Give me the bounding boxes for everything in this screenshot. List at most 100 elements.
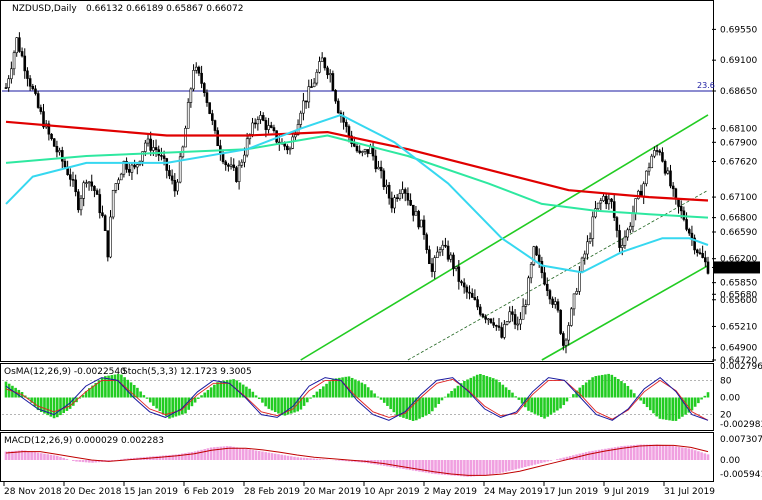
macd-hist-bar <box>588 451 591 460</box>
macd-hist-bar <box>280 454 283 460</box>
candle-body <box>580 257 584 272</box>
macd-hist-bar <box>706 454 710 460</box>
candle-body <box>615 217 619 231</box>
candle-body <box>379 166 383 172</box>
macd-hist-bar <box>158 455 162 460</box>
candle-body <box>312 82 316 88</box>
osma-bar <box>257 397 261 400</box>
osma-bar <box>495 379 498 398</box>
osma-bar <box>498 382 501 398</box>
osma-bar <box>306 397 309 403</box>
macd-hist-bar <box>84 460 88 463</box>
candle-body <box>152 147 155 151</box>
osma-bar <box>431 397 434 412</box>
candle-body <box>55 146 59 153</box>
candle-body <box>146 138 150 144</box>
macd-hist-bar <box>59 456 62 460</box>
osma-bar <box>632 393 636 398</box>
osma-bar <box>661 397 665 420</box>
macd-hist-bar <box>697 451 700 460</box>
osma-bar <box>264 397 267 407</box>
osma-bar <box>379 397 383 400</box>
macd-hist-bar <box>299 457 303 460</box>
time-axis: 28 Nov 2018 20 Dec 2018 15 Jan 2019 6 Feb 2… <box>3 482 715 497</box>
macd-hist-bar <box>556 459 559 460</box>
candle-body <box>428 249 431 265</box>
candle-body <box>690 232 694 239</box>
macd-hist-bar <box>405 460 408 470</box>
osma-bar <box>556 397 559 411</box>
candle-body <box>398 193 402 199</box>
candle-body <box>211 113 214 121</box>
candle-body <box>85 182 88 184</box>
osma-bar <box>357 381 360 398</box>
candle-body <box>685 219 688 230</box>
macd-hist-bar <box>36 452 40 460</box>
osma-bar <box>456 385 460 398</box>
macd-hist-bar <box>658 444 662 460</box>
osma-bar <box>482 375 485 398</box>
osma-bar <box>315 391 319 398</box>
osma-bar <box>309 397 312 399</box>
candle-body <box>441 244 445 250</box>
candle-body <box>401 189 404 194</box>
fib-label: 23.6 <box>697 81 715 90</box>
candle-body <box>245 138 249 156</box>
osma-bar <box>331 378 335 398</box>
osma-bar <box>382 397 386 403</box>
osma-bar <box>581 385 585 398</box>
candle-body <box>535 246 538 256</box>
candle-body <box>135 164 139 168</box>
candle-body <box>98 194 102 214</box>
macd-hist-bar <box>507 460 511 471</box>
macd-hist-bar <box>652 444 655 460</box>
osma-bar <box>690 397 694 411</box>
osma-bar <box>437 397 441 404</box>
macd-hist-bar <box>283 455 287 460</box>
osma-bar <box>206 389 210 398</box>
macd-hist-bar <box>479 460 482 476</box>
chart-root: 0.0027969800.0020-0.0029839 0.0073070.00… <box>0 0 762 500</box>
osma-bar <box>607 373 610 398</box>
candle-body <box>243 154 246 163</box>
candle-body <box>366 149 370 154</box>
candle-body <box>645 170 648 185</box>
candle-body <box>275 130 278 143</box>
macd-hist-bar <box>341 460 344 461</box>
candle-body <box>326 67 329 76</box>
candle-body <box>237 164 241 182</box>
time-label: 20 Dec 2018 <box>64 487 122 497</box>
macd-hist-bar <box>533 460 537 465</box>
macd-hist-bar <box>209 447 213 460</box>
osma-bar <box>671 397 675 421</box>
macd-hist-bar <box>693 450 697 460</box>
candle-body <box>363 149 367 152</box>
candle-body <box>425 234 428 250</box>
macd-hist-bar <box>540 460 543 464</box>
osma-bar <box>174 397 178 417</box>
candle-body <box>269 125 273 128</box>
price-label: 0.67900 <box>720 138 757 148</box>
candle-body <box>553 301 557 305</box>
candle-body <box>618 230 621 248</box>
macd-hist-bar <box>254 450 258 460</box>
candle-body <box>473 297 477 300</box>
candle-body <box>353 143 356 147</box>
macd-hist-bar <box>559 458 562 460</box>
osma-bar <box>466 379 469 398</box>
osma-bar <box>347 376 351 398</box>
macd-hist-bar <box>190 451 194 460</box>
candle-body <box>513 314 517 325</box>
candle-body <box>18 37 21 52</box>
osma-bar <box>334 378 338 398</box>
macd-hist-bar <box>395 460 399 468</box>
osma-bar <box>447 393 450 398</box>
osma-axis-label: 80 <box>720 376 732 386</box>
candle-body <box>604 195 608 205</box>
macd-hist-bar <box>636 444 639 460</box>
macd-hist-bar <box>49 454 53 460</box>
candle-body <box>74 179 77 193</box>
macd-hist-bar <box>184 453 187 460</box>
candle-body <box>315 71 319 84</box>
candle-body <box>529 263 533 279</box>
